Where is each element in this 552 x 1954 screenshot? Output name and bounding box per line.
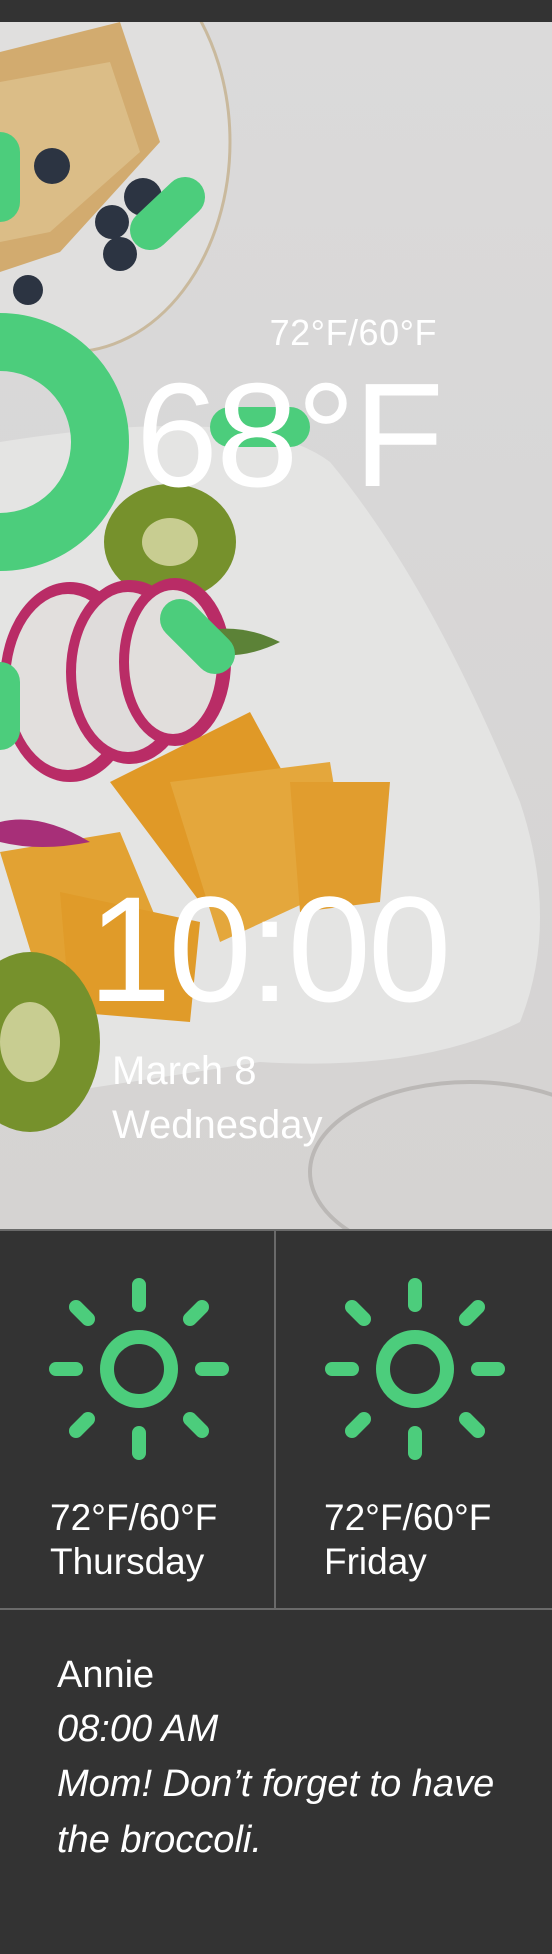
hero-panel: 72°F/60°F 68°F 10:00 March 8 Wednesday (0, 22, 552, 1229)
message-panel[interactable]: Annie 08:00 AM Mom! Don’t forget to have… (0, 1610, 552, 1954)
forecast-range: 72°F/60°F (324, 1497, 492, 1538)
current-temp-range: 72°F/60°F (269, 312, 437, 353)
forecast-day: Thursday (50, 1541, 205, 1582)
sun-icon (325, 1278, 505, 1460)
forecast-card-thursday[interactable]: 72°F/60°F Thursday (0, 1231, 274, 1608)
forecast-range: 72°F/60°F (50, 1497, 218, 1538)
clock-date: March 8 Wednesday (112, 1044, 323, 1152)
message-time: 08:00 AM (57, 1708, 219, 1750)
forecast-day: Friday (324, 1541, 427, 1582)
message-text: Mom! Don’t forget to have the broccoli. (57, 1763, 495, 1861)
message-sender: Annie (57, 1654, 155, 1696)
sun-icon (49, 1278, 229, 1460)
current-temperature: 68°F (135, 353, 444, 518)
forecast-card-friday[interactable]: 72°F/60°F Friday (276, 1231, 550, 1608)
forecast-panel: 72°F/60°F Thursday 72°F/60°F Friday (0, 1229, 552, 1610)
date-label: March 8 (112, 1049, 257, 1093)
weekday-label: Wednesday (112, 1103, 323, 1147)
top-bar (0, 0, 552, 22)
clock-time: 10:00 (88, 865, 451, 1033)
